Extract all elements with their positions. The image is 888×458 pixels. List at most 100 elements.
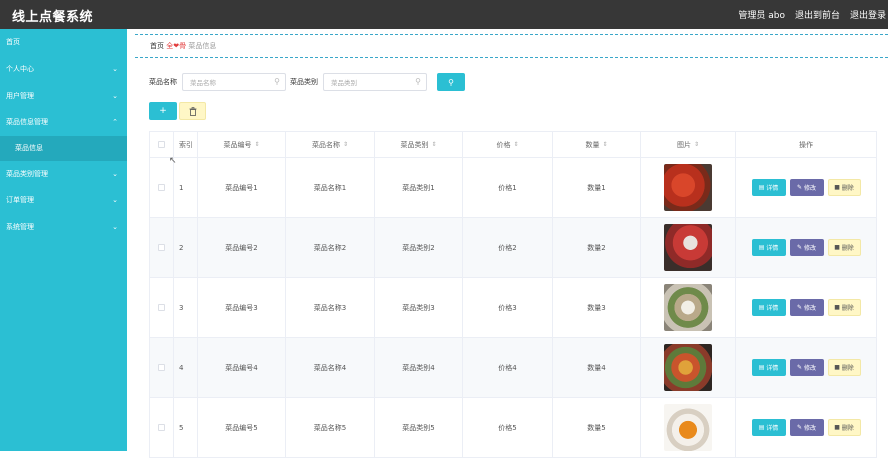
sidebar-item-dish-info[interactable]: 菜品信息管理 ⌃ [0, 109, 127, 136]
detail-button[interactable]: ▤ 详情 [751, 419, 786, 436]
delete-button[interactable]: ■ 删除 [827, 179, 861, 196]
breadcrumb-current: 菜品信息 [188, 42, 217, 50]
delete-button[interactable]: ■ 删除 [827, 239, 861, 256]
sidebar-item-label: 订单管理 [6, 196, 34, 204]
header-cell-price[interactable]: 价格 ⇕ [463, 132, 553, 157]
cell-category: 菜品类别3 [375, 278, 463, 337]
header-cell-quantity[interactable]: 数量 ⇕ [553, 132, 641, 157]
cell-name: 菜品名称1 [286, 158, 375, 217]
delete-label: 删除 [841, 185, 854, 192]
sidebar-item-home[interactable]: 首页 [0, 29, 127, 56]
edit-icon: ✎ [797, 244, 804, 251]
row-checkbox[interactable] [158, 184, 165, 191]
trash-icon: ■ [834, 424, 842, 431]
header-cell-code[interactable]: 菜品编号 ⇕ [198, 132, 286, 157]
cell-index: 3 [174, 278, 198, 337]
cell-actions: ▤ 详情 ✎ 修改 ■ 删除 [736, 398, 877, 457]
edit-label: 修改 [803, 425, 816, 432]
edit-icon: ✎ [797, 184, 804, 191]
sidebar-item-orders[interactable]: 订单管理 ⌄ [0, 187, 127, 214]
cell-code: 菜品编号4 [198, 338, 286, 397]
row-checkbox[interactable] [158, 424, 165, 431]
cell-category: 菜品类别4 [375, 338, 463, 397]
edit-button[interactable]: ✎ 修改 [789, 359, 824, 376]
trash-icon: ■ [834, 244, 842, 251]
dish-image[interactable] [664, 344, 712, 391]
select-all-checkbox[interactable] [158, 141, 165, 148]
cell-category: 菜品类别1 [375, 158, 463, 217]
sidebar-item-label: 菜品类别管理 [6, 169, 48, 178]
trash-icon: ■ [834, 364, 842, 371]
document-icon: ▤ [758, 304, 767, 311]
edit-label: 修改 [803, 365, 816, 372]
logout-link[interactable]: 退出登录 [850, 8, 886, 21]
mouse-cursor-icon: ↖ [169, 156, 177, 166]
dish-table: 索引 菜品编号 ⇕ 菜品名称 ⇕ 菜品类别 ⇕ 价格 ⇕ 数量 ⇕ 图片 ⇕ 操作 1 菜品… [149, 131, 877, 458]
sort-icon: ⇕ [602, 141, 608, 148]
row-checkbox[interactable] [158, 304, 165, 311]
row-checkbox[interactable] [158, 364, 165, 371]
app-title: 线上点餐系统 [12, 10, 94, 25]
cell-quantity: 数量2 [553, 218, 641, 277]
chevron-down-icon: ⌄ [112, 65, 118, 73]
header-cell-image[interactable]: 图片 ⇕ [641, 132, 736, 157]
batch-delete-button[interactable] [179, 102, 206, 120]
table-row: 4 菜品编号4 菜品名称4 菜品类别4 价格4 数量4 ▤ 详情 ✎ 修改 ■ … [149, 338, 877, 398]
edit-button[interactable]: ✎ 修改 [789, 179, 824, 196]
sidebar-item-system[interactable]: 系统管理 ⌄ [0, 214, 127, 241]
sidebar-item-label: 个人中心 [6, 65, 34, 73]
dish-image[interactable] [664, 224, 712, 271]
edit-label: 修改 [803, 245, 816, 252]
edit-button[interactable]: ✎ 修改 [789, 239, 824, 256]
row-select-cell [149, 158, 174, 217]
cell-price: 价格3 [463, 278, 553, 337]
detail-button[interactable]: ▤ 详情 [751, 359, 786, 376]
edit-icon: ✎ [797, 424, 804, 431]
detail-label: 详情 [766, 185, 779, 192]
document-icon: ▤ [758, 244, 767, 251]
header-cell-category[interactable]: 菜品类别 ⇕ [375, 132, 463, 157]
sidebar-item-profile[interactable]: 个人中心 ⌄ [0, 56, 127, 83]
cell-code: 菜品编号1 [198, 158, 286, 217]
sidebar-item-label: 系统管理 [6, 222, 34, 231]
dish-image[interactable] [664, 284, 712, 331]
search-button[interactable]: ⚲ [437, 73, 465, 91]
dish-image[interactable] [664, 164, 712, 211]
name-search-input[interactable]: 菜品名称 ⚲ [182, 73, 286, 91]
row-select-cell [149, 338, 174, 397]
breadcrumb-home[interactable]: 首页 [150, 42, 164, 50]
header-label: 菜品编号 [223, 140, 252, 149]
edit-button[interactable]: ✎ 修改 [789, 419, 824, 436]
delete-label: 删除 [841, 365, 854, 372]
header-label: 数量 [585, 140, 600, 149]
sidebar-item-dish-category[interactable]: 菜品类别管理 ⌄ [0, 161, 127, 188]
header-cell-index: 索引 [174, 132, 198, 157]
delete-button[interactable]: ■ 删除 [827, 359, 861, 376]
detail-button[interactable]: ▤ 详情 [751, 299, 786, 316]
edit-button[interactable]: ✎ 修改 [789, 299, 824, 316]
dish-image[interactable] [664, 404, 712, 451]
document-icon: ▤ [758, 364, 767, 371]
cell-image [641, 338, 736, 397]
category-search-input[interactable]: 菜品类别 ⚲ [323, 73, 427, 91]
cell-code: 菜品编号5 [198, 398, 286, 457]
admin-user-link[interactable]: 管理员 abo [738, 8, 785, 21]
breadcrumb: 首页 全❤骨 菜品信息 [135, 34, 888, 58]
cell-price: 价格2 [463, 218, 553, 277]
add-button[interactable]: + [149, 102, 177, 120]
cell-price: 价格4 [463, 338, 553, 397]
header-cell-name[interactable]: 菜品名称 ⇕ [286, 132, 375, 157]
detail-label: 详情 [766, 305, 779, 312]
delete-button[interactable]: ■ 删除 [827, 419, 861, 436]
cell-actions: ▤ 详情 ✎ 修改 ■ 删除 [736, 338, 877, 397]
detail-button[interactable]: ▤ 详情 [751, 239, 786, 256]
sidebar-item-users[interactable]: 用户管理 ⌄ [0, 83, 127, 110]
row-checkbox[interactable] [158, 244, 165, 251]
sidebar-subitem-dish-info[interactable]: 菜品信息 [0, 135, 127, 161]
breadcrumb-separator: 全❤骨 [166, 42, 187, 50]
detail-button[interactable]: ▤ 详情 [751, 179, 786, 196]
sort-icon: ⇕ [342, 141, 349, 148]
edit-icon: ✎ [797, 364, 804, 371]
delete-button[interactable]: ■ 删除 [827, 299, 861, 316]
to-frontend-link[interactable]: 退出到前台 [795, 8, 840, 21]
